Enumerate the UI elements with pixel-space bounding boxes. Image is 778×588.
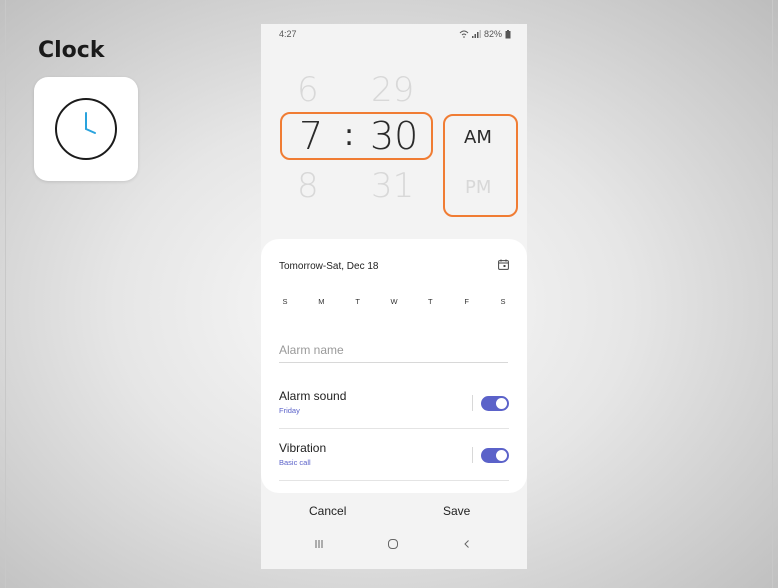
frame-edge-left [5, 0, 6, 588]
divider [472, 447, 473, 463]
phone-screen: 4:27 82% 6 29 7 : 30 8 31 AM PM Tomorrow… [261, 24, 527, 569]
home-icon[interactable] [387, 538, 399, 550]
recents-icon[interactable] [313, 538, 325, 550]
day-saturday[interactable]: S [497, 297, 509, 306]
clock-icon [55, 98, 117, 160]
cancel-button[interactable]: Cancel [309, 504, 346, 518]
alarm-name-input[interactable]: Alarm name [279, 343, 344, 357]
status-time: 4:27 [279, 29, 297, 39]
divider [472, 395, 473, 411]
alarm-name-underline [279, 362, 508, 363]
day-monday[interactable]: M [315, 297, 327, 306]
status-bar: 4:27 82% [261, 24, 527, 46]
alarm-date: Tomorrow-Sat, Dec 18 [279, 261, 379, 272]
row-divider [279, 480, 509, 481]
minute-previous[interactable]: 29 [371, 70, 414, 110]
hour-next[interactable]: 8 [297, 166, 319, 206]
toggle-knob [496, 450, 507, 461]
vibration-toggle[interactable] [481, 448, 509, 463]
clock-app-tile[interactable] [34, 77, 138, 181]
alarm-sound-toggle[interactable] [481, 396, 509, 411]
navigation-bar [261, 538, 527, 562]
day-friday[interactable]: F [461, 297, 473, 306]
vibration-subtitle: Basic call [279, 458, 311, 467]
vibration-title: Vibration [279, 441, 327, 455]
signal-icon [471, 30, 481, 38]
alarm-sound-setting[interactable]: Alarm sound Friday [279, 389, 509, 425]
page-title: Clock [38, 38, 105, 63]
day-wednesday[interactable]: W [388, 297, 400, 306]
toggle-knob [496, 398, 507, 409]
minute-next[interactable]: 31 [371, 166, 414, 206]
calendar-icon[interactable] [498, 259, 509, 270]
period-highlight-box [443, 114, 518, 217]
back-icon[interactable] [461, 538, 473, 550]
day-sunday[interactable]: S [279, 297, 291, 306]
alarm-settings-sheet: Tomorrow-Sat, Dec 18 S M T W T F S Alarm… [261, 239, 527, 493]
day-selector: S M T W T F S [279, 297, 509, 306]
alarm-sound-title: Alarm sound [279, 389, 347, 403]
vibration-setting[interactable]: Vibration Basic call [279, 441, 509, 477]
day-thursday[interactable]: T [424, 297, 436, 306]
alarm-sound-subtitle: Friday [279, 406, 300, 415]
battery-icon [505, 29, 511, 38]
wifi-icon [459, 30, 469, 38]
battery-percent: 82% [483, 29, 502, 39]
hour-previous[interactable]: 6 [297, 70, 319, 110]
frame-edge-right [772, 0, 773, 588]
day-tuesday[interactable]: T [352, 297, 364, 306]
status-icons: 82% [459, 29, 511, 39]
bottom-actions: Cancel Save [261, 504, 527, 524]
row-divider [279, 428, 509, 429]
save-button[interactable]: Save [443, 504, 470, 518]
time-highlight-box [280, 112, 433, 160]
